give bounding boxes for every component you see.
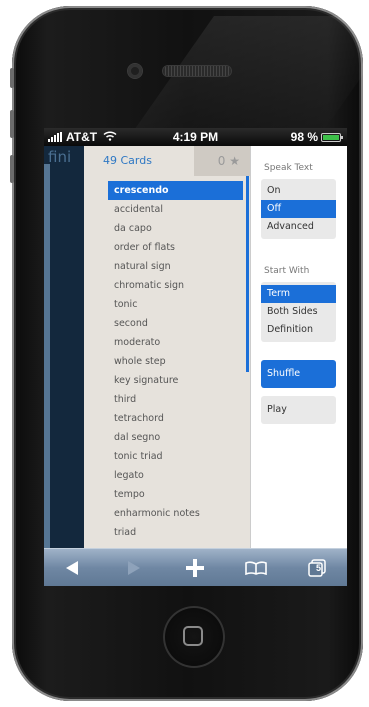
card-list-item[interactable]: accidental xyxy=(108,200,243,219)
start-with-option[interactable]: Term xyxy=(261,285,336,303)
play-button[interactable]: Play xyxy=(261,396,336,424)
shuffle-button[interactable]: Shuffle xyxy=(261,360,336,388)
card-list-item[interactable]: tetrachord xyxy=(108,409,243,428)
volume-down-button xyxy=(10,155,14,183)
card-list-scrollbar[interactable] xyxy=(246,176,249,372)
options-panel: Speak Text On Off Advanced Start With Term… xyxy=(250,146,347,548)
starred-tab[interactable]: 0 ★ xyxy=(194,146,250,176)
card-list: crescendo accidental da capo order of flats… xyxy=(108,181,243,542)
volume-up-button xyxy=(10,110,14,138)
card-list-item[interactable]: chromatic sign xyxy=(108,276,243,295)
back-arrow-icon[interactable] xyxy=(52,549,92,586)
bookmarks-icon[interactable] xyxy=(236,549,276,586)
start-with-option[interactable]: Definition xyxy=(261,321,336,339)
speak-text-heading: Speak Text xyxy=(264,163,313,173)
card-list-item[interactable]: second xyxy=(108,314,243,333)
card-list-item[interactable]: crescendo xyxy=(108,181,243,200)
card-list-item[interactable]: key signature xyxy=(108,371,243,390)
card-list-item[interactable]: legato xyxy=(108,466,243,485)
screen-glare xyxy=(129,16,369,136)
earpiece-speaker xyxy=(163,66,231,76)
silent-switch xyxy=(10,68,14,88)
start-with-options: Term Both Sides Definition xyxy=(261,282,336,342)
card-list-item[interactable]: moderato xyxy=(108,333,243,352)
forward-arrow-icon[interactable] xyxy=(114,549,154,586)
speak-text-option[interactable]: Advanced xyxy=(261,218,336,236)
card-list-item[interactable]: whole step xyxy=(108,352,243,371)
front-camera xyxy=(128,64,142,78)
battery-icon xyxy=(321,132,343,142)
tabs-count: 5 xyxy=(315,563,321,573)
nav-stripe xyxy=(44,164,50,548)
browser-toolbar: 5 xyxy=(44,548,347,586)
card-list-item[interactable]: tonic xyxy=(108,295,243,314)
card-list-item[interactable]: tempo xyxy=(108,485,243,504)
card-list-item[interactable]: third xyxy=(108,390,243,409)
card-list-item[interactable]: enharmonic notes xyxy=(108,504,243,523)
status-bar: AT&T 4:19 PM 98 % xyxy=(44,128,347,146)
tabs-icon[interactable]: 5 xyxy=(297,549,337,586)
starred-count: 0 xyxy=(217,154,226,168)
card-list-item[interactable]: natural sign xyxy=(108,257,243,276)
speak-text-option[interactable]: On xyxy=(261,182,336,200)
home-square-icon xyxy=(183,626,203,646)
card-list-item[interactable]: da capo xyxy=(108,219,243,238)
card-list-item[interactable]: tonic triad xyxy=(108,447,243,466)
start-with-heading: Start With xyxy=(264,266,310,276)
speak-text-options: On Off Advanced xyxy=(261,179,336,239)
card-list-item[interactable]: triad xyxy=(108,523,243,542)
card-list-item[interactable]: order of flats xyxy=(108,238,243,257)
plus-icon[interactable] xyxy=(175,549,215,586)
cards-tab[interactable]: 49 Cards xyxy=(84,146,194,176)
app-logo: fini xyxy=(48,148,72,166)
star-icon: ★ xyxy=(229,154,240,168)
speak-text-option[interactable]: Off xyxy=(261,200,336,218)
app-left-nav: fini xyxy=(44,146,84,548)
card-deck-panel: 49 Cards 0 ★ crescendo accidental da capo o… xyxy=(84,146,250,548)
card-list-item[interactable]: dal segno xyxy=(108,428,243,447)
battery-indicator: 98 % xyxy=(290,130,343,144)
start-with-option[interactable]: Both Sides xyxy=(261,303,336,321)
phone-screen: AT&T 4:19 PM 98 % fini 49 Cards 0 ★ cres… xyxy=(44,128,347,586)
battery-percent: 98 % xyxy=(290,130,318,144)
